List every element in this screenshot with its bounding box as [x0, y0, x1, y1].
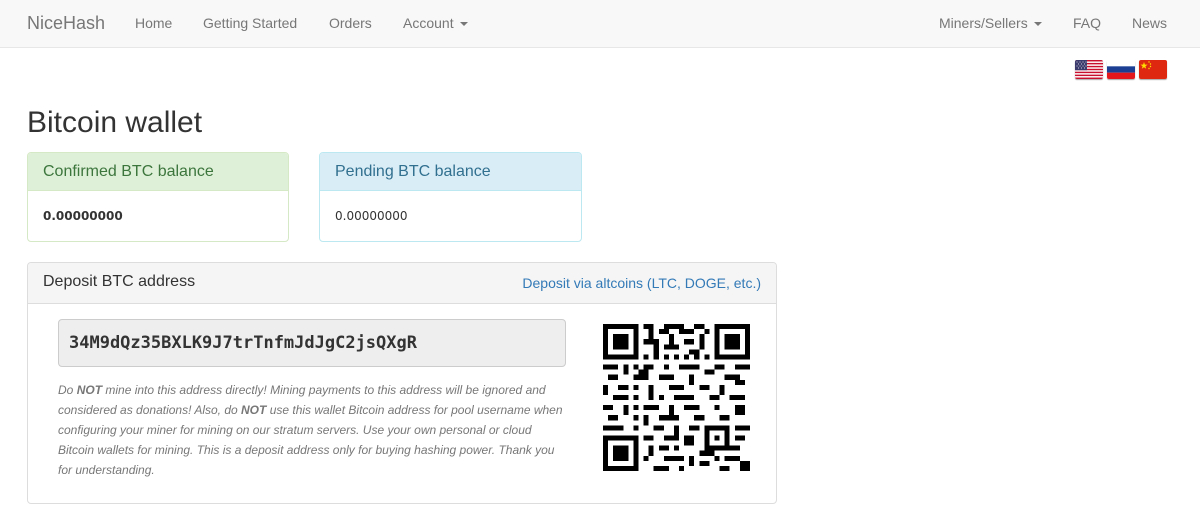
nav-orders[interactable]: Orders	[329, 15, 372, 31]
brand-link[interactable]: NiceHash	[27, 13, 105, 34]
confirmed-balance-value: 0.00000000	[43, 209, 123, 223]
deposit-panel-heading: Deposit BTC address Deposit via altcoins…	[28, 263, 776, 304]
note-emphasis-1: NOT	[76, 383, 103, 397]
deposit-altcoins-link[interactable]: Deposit via altcoins (LTC, DOGE, etc.)	[522, 275, 761, 291]
deposit-title: Deposit BTC address	[43, 273, 196, 290]
pending-balance-panel: Pending BTC balance 0.00000000	[319, 152, 582, 242]
nav-miners-sellers-dropdown[interactable]: Miners/Sellers	[939, 15, 1042, 31]
note-emphasis-2: NOT	[241, 403, 267, 417]
confirmed-balance-label: Confirmed BTC balance	[28, 153, 288, 191]
nav-account-dropdown[interactable]: Account	[403, 15, 468, 31]
top-navbar: NiceHash Home Getting Started Orders Acc…	[0, 0, 1200, 48]
nav-news[interactable]: News	[1132, 15, 1167, 31]
confirmed-balance-panel: Confirmed BTC balance 0.00000000	[27, 152, 289, 242]
deposit-warning-note: Do NOT mine into this address directly! …	[58, 380, 568, 480]
note-text-1: Do	[58, 383, 77, 397]
btc-address-field[interactable]: 34M9dQz35BXLK9J7trTnfmJdJgC2jsQXgR	[58, 319, 566, 367]
deposit-panel: Deposit BTC address Deposit via altcoins…	[27, 262, 777, 504]
chevron-down-icon	[459, 22, 468, 27]
chevron-down-icon	[1033, 22, 1042, 27]
china-flag-icon[interactable]	[1139, 60, 1167, 79]
nav-faq[interactable]: FAQ	[1073, 15, 1101, 31]
russia-flag-icon[interactable]	[1107, 60, 1135, 79]
pending-balance-value: 0.00000000	[335, 209, 408, 223]
nav-miners-sellers-label: Miners/Sellers	[939, 15, 1028, 31]
page-title: Bitcoin wallet	[27, 106, 203, 139]
us-flag-icon[interactable]	[1075, 60, 1103, 79]
nav-getting-started[interactable]: Getting Started	[203, 15, 297, 31]
nav-home[interactable]: Home	[135, 15, 172, 31]
qr-code-icon	[603, 324, 750, 471]
nav-account-label: Account	[403, 15, 454, 31]
pending-balance-label: Pending BTC balance	[320, 153, 581, 191]
